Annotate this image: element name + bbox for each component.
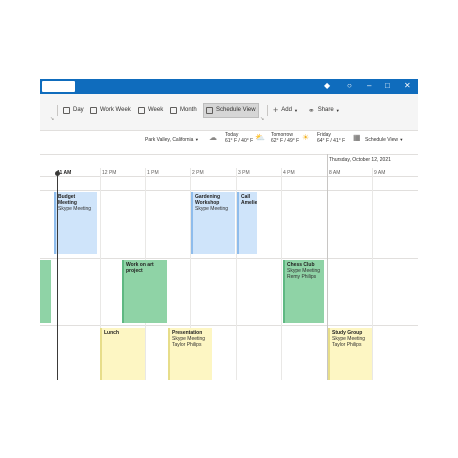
time-label: 4 PM (283, 170, 295, 176)
grid-line (40, 190, 418, 191)
title-bar: ◆ ○ – □ ✕ (40, 79, 418, 94)
hour-divider (372, 168, 373, 380)
day-icon (63, 107, 70, 114)
add-button[interactable]: + Add ▼ (273, 103, 298, 118)
current-time-line (57, 172, 58, 380)
schedule-view-button[interactable]: Schedule View (203, 103, 259, 118)
date-header: Thursday, October 12, 2021 (329, 157, 391, 163)
grid-line (40, 258, 418, 259)
share-button[interactable]: ⚭ Share ▼ (308, 103, 340, 118)
plus-icon: + (273, 105, 279, 115)
chevron-down-icon: ▼ (399, 137, 404, 142)
minimize-icon[interactable]: – (367, 80, 371, 92)
weather-today[interactable]: Today 61° F / 40° F (225, 132, 253, 144)
location-selector[interactable]: Park Valley, California ▼ (145, 137, 199, 143)
work-week-button[interactable]: Work Week (90, 103, 131, 118)
event-budget-meeting[interactable]: Budget Meeting Skype Meeting (54, 192, 97, 254)
event-work-on-art-project[interactable]: Work on art project (122, 260, 167, 323)
current-time-marker (55, 171, 60, 176)
ribbon-separator (267, 105, 268, 116)
chevron-down-icon: ▼ (335, 108, 340, 113)
time-label: 1 PM (147, 170, 159, 176)
schedule-view-dropdown[interactable]: Schedule View ▼ (365, 137, 403, 143)
time-label: 2 PM (192, 170, 204, 176)
partly-cloudy-icon: ⛅ (255, 133, 265, 142)
diamond-icon[interactable]: ◆ (324, 80, 330, 92)
weather-friday[interactable]: Friday 64° F / 41° F (317, 132, 345, 144)
event-presentation[interactable]: Presentation Skype Meeting Taylor Philip… (168, 328, 212, 380)
ribbon-group-expander-icon[interactable]: ↘ (260, 116, 264, 122)
grid-line (40, 325, 418, 326)
hour-divider (281, 168, 282, 380)
chevron-down-icon: ▼ (293, 108, 298, 113)
week-button[interactable]: Week (138, 103, 163, 118)
search-box[interactable] (42, 81, 75, 92)
event-continued[interactable] (40, 260, 51, 323)
calendar-view-icon: ▦ (353, 133, 361, 142)
time-label: 9 AM (374, 170, 386, 176)
time-label: 3 PM (238, 170, 250, 176)
share-icon: ⚭ (308, 106, 315, 115)
ribbon-separator (57, 105, 58, 116)
grid-line (40, 176, 418, 177)
day-button[interactable]: Day (63, 103, 84, 118)
weather-tomorrow[interactable]: Tomorrow 62° F / 49° F (271, 132, 299, 144)
time-label: 8 AM (329, 170, 341, 176)
schedule-view-icon (206, 107, 213, 114)
ribbon: ↘ Day Work Week Week Month Schedule View… (40, 94, 418, 131)
event-study-group[interactable]: Study Group Skype Meeting Taylor Philips (328, 328, 372, 380)
sun-icon: ☀ (302, 133, 310, 142)
grid-line (40, 154, 418, 155)
maximize-icon[interactable]: □ (385, 80, 390, 92)
event-gardening-workshop[interactable]: Gardening Workshop Skype Meeting (191, 192, 235, 254)
bell-icon[interactable]: ○ (347, 80, 352, 92)
event-call-amelie[interactable]: Call Amelie (237, 192, 257, 254)
time-label: 12 PM (102, 170, 117, 176)
cloud-icon: ☁ (209, 133, 217, 142)
month-icon (170, 107, 177, 114)
event-lunch[interactable]: Lunch (100, 328, 145, 380)
event-chess-club[interactable]: Chess Club Skype Meeting Remy Philips (283, 260, 324, 323)
chevron-down-icon: ▼ (194, 137, 199, 142)
close-icon[interactable]: ✕ (404, 80, 411, 92)
work-week-icon (90, 107, 97, 114)
month-button[interactable]: Month (170, 103, 197, 118)
week-icon (138, 107, 145, 114)
ribbon-group-expander-icon[interactable]: ↘ (50, 116, 54, 122)
